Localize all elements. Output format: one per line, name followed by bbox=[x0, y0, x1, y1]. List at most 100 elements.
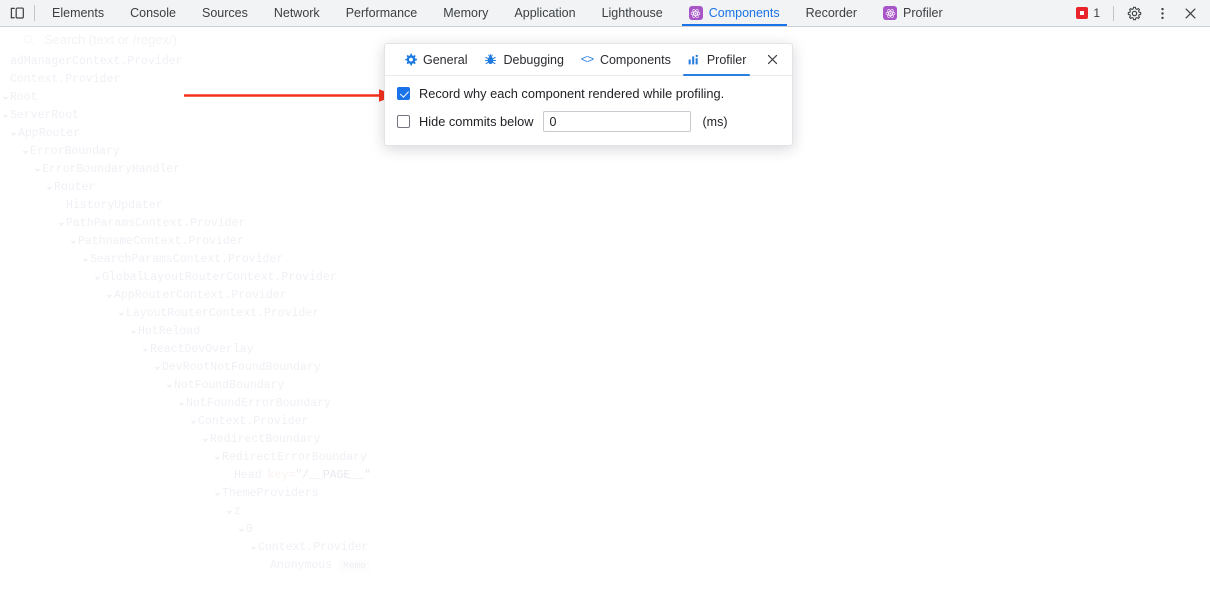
chevron-down-icon[interactable] bbox=[68, 239, 78, 246]
tree-row[interactable]: AppRouterContext.Provider bbox=[0, 287, 1210, 305]
chevron-down-icon[interactable] bbox=[248, 545, 258, 552]
tree-node-label: RedirectBoundary bbox=[210, 433, 321, 446]
tree-node-label: Head bbox=[234, 469, 262, 482]
settings-tab-profiler-label: Profiler bbox=[706, 52, 747, 67]
hide-commits-checkbox[interactable] bbox=[397, 115, 410, 128]
tree-row[interactable]: NotFoundBoundary bbox=[0, 377, 1210, 395]
tree-row[interactable]: ThemeProviders bbox=[0, 485, 1210, 503]
devtools-tab-memory[interactable]: Memory bbox=[430, 0, 501, 26]
chevron-down-icon[interactable] bbox=[212, 491, 222, 498]
devtools-tab-label: Performance bbox=[345, 5, 418, 20]
devtools-tab-label: Console bbox=[130, 5, 176, 20]
devtools-tab-performance[interactable]: Performance bbox=[333, 0, 431, 26]
tree-row[interactable]: Context.Provider bbox=[0, 413, 1210, 431]
chevron-down-icon[interactable] bbox=[212, 455, 222, 462]
toolbar-actions: 1 bbox=[1070, 0, 1210, 26]
chevron-down-icon[interactable] bbox=[0, 95, 10, 102]
tree-row[interactable]: PathParamsContext.Provider bbox=[0, 215, 1210, 233]
settings-tab-components[interactable]: <> Components bbox=[572, 44, 679, 76]
chevron-down-icon[interactable] bbox=[224, 509, 234, 516]
chevron-down-icon[interactable] bbox=[236, 527, 246, 534]
chevron-down-icon[interactable] bbox=[0, 113, 10, 120]
tree-row[interactable]: LayoutRouterContext.Provider bbox=[0, 305, 1210, 323]
settings-panel-profiler: Record why each component rendered while… bbox=[385, 76, 792, 145]
tree-node-label: AppRouterContext.Provider bbox=[114, 289, 287, 302]
record-why-checkbox[interactable] bbox=[397, 87, 410, 100]
chevron-down-icon[interactable] bbox=[56, 221, 66, 228]
settings-tab-debugging[interactable]: Debugging bbox=[475, 44, 571, 76]
chevron-down-icon[interactable] bbox=[44, 185, 54, 192]
tree-node-label: NotFoundBoundary bbox=[174, 379, 285, 392]
devtools-tab-network[interactable]: Network bbox=[261, 0, 333, 26]
tree-row[interactable]: PathnameContext.Provider bbox=[0, 233, 1210, 251]
devtools-tab-profiler[interactable]: Profiler bbox=[870, 0, 956, 26]
settings-tab-general-label: General bbox=[423, 52, 468, 67]
devtools-tab-components[interactable]: Components bbox=[676, 0, 793, 26]
chevron-down-icon[interactable] bbox=[200, 437, 210, 444]
tree-node-label: Context.Provider bbox=[258, 541, 369, 554]
chevron-down-icon[interactable] bbox=[32, 167, 42, 174]
chevron-down-icon[interactable] bbox=[80, 257, 90, 264]
close-icon[interactable] bbox=[760, 48, 784, 72]
chevron-down-icon[interactable] bbox=[8, 131, 18, 138]
tree-row[interactable]: ReactDevOverlay bbox=[0, 341, 1210, 359]
devtools-toolbar: Elements Console Sources Network Performance… bbox=[0, 0, 1210, 27]
tree-node-label: AppRouter bbox=[18, 127, 81, 140]
chevron-down-icon[interactable] bbox=[152, 365, 162, 372]
gear-icon bbox=[403, 53, 417, 67]
tree-row[interactable]: ErrorBoundaryHandler bbox=[0, 161, 1210, 179]
tree-row[interactable]: 0 bbox=[0, 521, 1210, 539]
tree-row[interactable]: RedirectErrorBoundary bbox=[0, 449, 1210, 467]
tree-node-key: key="/__PAGE__" bbox=[268, 467, 372, 485]
tree-row[interactable]: HotReload bbox=[0, 323, 1210, 341]
tree-node-badge: Memo bbox=[339, 559, 370, 573]
settings-tab-profiler[interactable]: Profiler bbox=[679, 44, 755, 76]
tree-row[interactable]: Head key="/__PAGE__" bbox=[0, 467, 1210, 485]
tree-row[interactable]: NotFoundErrorBoundary bbox=[0, 395, 1210, 413]
tree-node-label: RedirectErrorBoundary bbox=[222, 451, 367, 464]
settings-tab-general[interactable]: General bbox=[395, 44, 475, 76]
inspect-element-icon[interactable] bbox=[0, 0, 34, 26]
devtools-tab-elements[interactable]: Elements bbox=[39, 0, 117, 26]
gear-icon[interactable] bbox=[1121, 0, 1147, 26]
devtools-tab-recorder[interactable]: Recorder bbox=[793, 0, 870, 26]
error-count-badge[interactable]: 1 bbox=[1070, 6, 1106, 20]
chevron-down-icon[interactable] bbox=[104, 293, 114, 300]
devtools-tab-label: Lighthouse bbox=[601, 5, 663, 20]
hide-commits-threshold-input[interactable] bbox=[542, 111, 691, 132]
chevron-down-icon[interactable] bbox=[20, 149, 30, 156]
tree-row[interactable]: Anonymous Memo bbox=[0, 557, 1210, 575]
chevron-down-icon[interactable] bbox=[164, 383, 174, 390]
tree-row[interactable]: Router bbox=[0, 179, 1210, 197]
toolbar-divider-2 bbox=[1113, 5, 1114, 21]
chevron-down-icon[interactable] bbox=[92, 275, 102, 282]
devtools-tab-application[interactable]: Application bbox=[501, 0, 588, 26]
close-icon[interactable] bbox=[1177, 0, 1203, 26]
tree-row[interactable]: Context.Provider bbox=[0, 539, 1210, 557]
devtools-tab-console[interactable]: Console bbox=[117, 0, 189, 26]
chevron-down-icon[interactable] bbox=[176, 401, 186, 408]
chevron-down-icon[interactable] bbox=[116, 311, 126, 318]
devtools-tab-sources[interactable]: Sources bbox=[189, 0, 261, 26]
tree-row[interactable]: RedirectBoundary bbox=[0, 431, 1210, 449]
tree-node-label: ThemeProviders bbox=[222, 487, 319, 500]
tree-row[interactable]: DevRootNotFoundBoundary bbox=[0, 359, 1210, 377]
tree-node-label: ServerRoot bbox=[10, 109, 80, 122]
tree-row[interactable]: GlobalLayoutRouterContext.Provider bbox=[0, 269, 1210, 287]
tree-node-label: Root bbox=[10, 91, 38, 104]
devtools-tab-label: Profiler bbox=[903, 5, 943, 20]
tree-node-label: ErrorBoundaryHandler bbox=[42, 163, 181, 176]
devtools-tab-label: Memory bbox=[443, 5, 489, 20]
hide-commits-label: Hide commits below bbox=[419, 114, 534, 129]
tree-row[interactable]: HistoryUpdater bbox=[0, 197, 1210, 215]
hide-commits-unit-label: (ms) bbox=[702, 114, 728, 129]
chevron-down-icon[interactable] bbox=[188, 419, 198, 426]
devtools-tab-label: Network bbox=[273, 5, 320, 20]
chevron-down-icon[interactable] bbox=[128, 329, 138, 336]
chevron-down-icon[interactable] bbox=[140, 347, 150, 354]
kebab-menu-icon[interactable] bbox=[1149, 0, 1175, 26]
tree-row[interactable]: SearchParamsContext.Provider bbox=[0, 251, 1210, 269]
record-why-label: Record why each component rendered while… bbox=[419, 86, 725, 101]
devtools-tab-lighthouse[interactable]: Lighthouse bbox=[589, 0, 676, 26]
tree-row[interactable]: z bbox=[0, 503, 1210, 521]
